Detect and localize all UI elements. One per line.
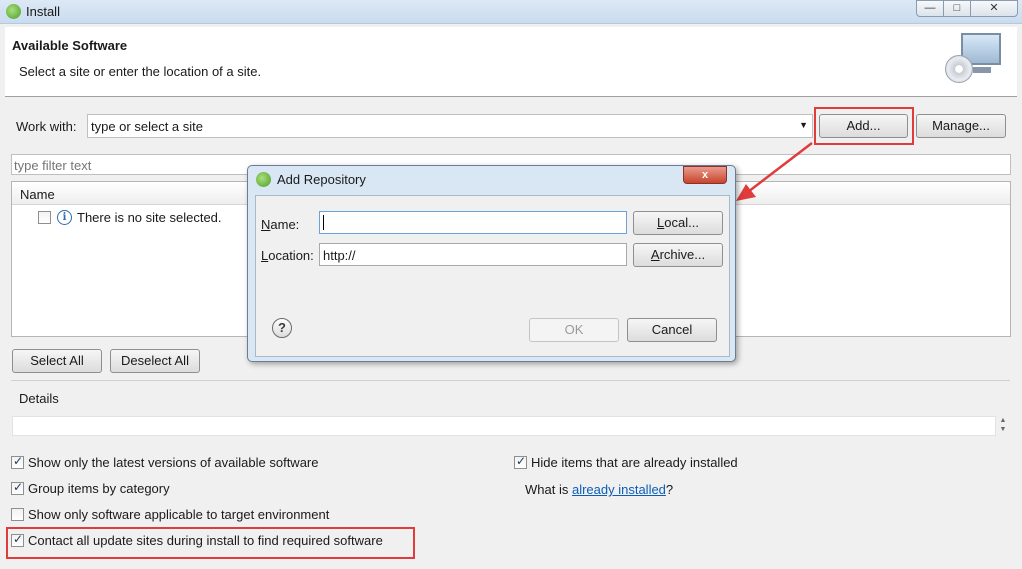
location-label: Location: [261, 248, 314, 263]
cancel-button[interactable]: Cancel [627, 318, 717, 342]
help-icon[interactable]: ? [272, 318, 292, 338]
add-repository-dialog: Add Repository x Name: Local... Location… [247, 165, 736, 362]
ok-button[interactable]: OK [529, 318, 619, 342]
name-input[interactable] [319, 211, 627, 234]
spring-dialog-icon [256, 172, 271, 187]
archive-button[interactable]: Archive... [633, 243, 723, 267]
name-label: Name: [261, 217, 300, 232]
local-button[interactable]: Local... [633, 211, 723, 235]
text-caret [323, 215, 324, 230]
dialog-title: Add Repository [277, 172, 366, 187]
dialog-close-button[interactable]: x [683, 166, 727, 184]
location-input[interactable]: http:// [319, 243, 627, 266]
location-value: http:// [323, 248, 356, 263]
dialog-body: Name: Local... Location: http:// Archive… [255, 195, 730, 357]
